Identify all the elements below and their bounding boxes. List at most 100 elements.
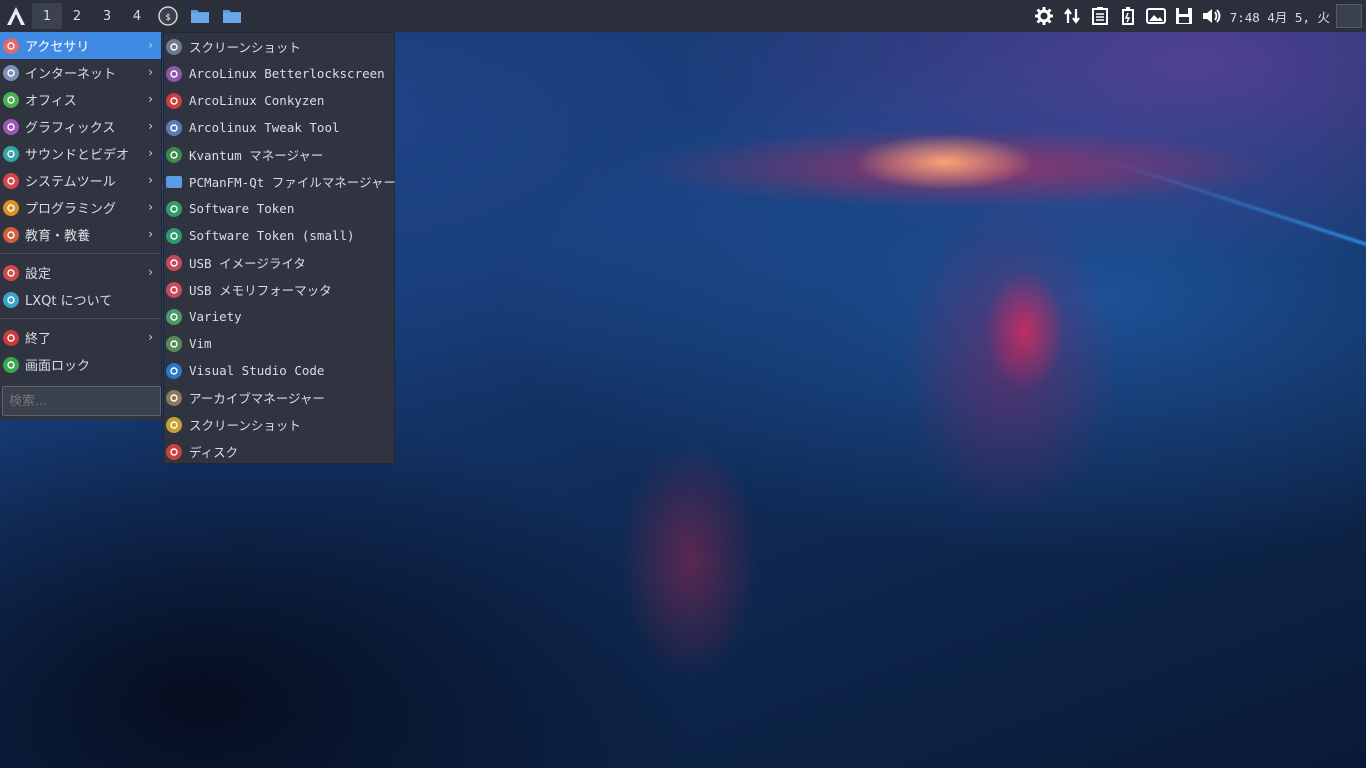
betterlockscreen-icon [166, 65, 182, 82]
submenu-item[interactable]: Software Token (small) [164, 222, 394, 249]
folder-icon [166, 175, 182, 188]
menu-item-education[interactable]: 教育・教養 › [0, 221, 161, 248]
submenu-item[interactable]: ディスク [164, 438, 394, 465]
submenu-item[interactable]: Kvantum マネージャー [164, 141, 394, 168]
submenu-item[interactable]: Visual Studio Code [164, 357, 394, 384]
menu-item-programming[interactable]: プログラミング › [0, 194, 161, 221]
submenu-item-label: Kvantum マネージャー [189, 148, 324, 163]
accessories-icon [3, 37, 19, 54]
menu-item-office[interactable]: オフィス › [0, 86, 161, 113]
workspace-button-3[interactable]: 3 [92, 3, 122, 29]
menu-item-label: インターネット [25, 67, 117, 82]
submenu-item[interactable]: ArcoLinux Betterlockscreen [164, 60, 394, 87]
system-tools-icon [3, 172, 19, 189]
show-desktop-icon[interactable] [1336, 4, 1362, 28]
submenu-item-label: Vim [189, 336, 212, 351]
menu-search-input[interactable] [2, 386, 161, 416]
submenu-item-label: Variety [189, 309, 242, 324]
menu-item-graphics[interactable]: グラフィックス › [0, 113, 161, 140]
top-panel: 1234 $ 7:48 4月 5, 火 [0, 0, 1366, 32]
submenu-item-label: USB イメージライタ [189, 256, 306, 271]
menu-item-label: 画面ロック [25, 359, 91, 374]
submenu-item-label: PCManFM-Qt ファイルマネージャー [189, 175, 396, 190]
menu-item-multimedia[interactable]: サウンドとビデオ › [0, 140, 161, 167]
vim-icon [166, 335, 182, 352]
volume-icon[interactable] [1198, 0, 1226, 32]
submenu-item[interactable]: ArcoLinux Conkyzen [164, 87, 394, 114]
workspace-button-4[interactable]: 4 [122, 3, 152, 29]
system-tray: 7:48 4月 5, 火 [1030, 0, 1366, 32]
menu-item-lock[interactable]: 画面ロック [0, 351, 161, 378]
disks-icon [166, 443, 182, 460]
application-menu: アクセサリ › インターネット › オフィス › グラフィックス › サウンドとビデオ › システム… [0, 32, 162, 420]
submenu-item-label: Software Token (small) [189, 228, 355, 243]
menu-item-label: 教育・教養 [25, 229, 91, 244]
menu-item-label: サウンドとビデオ [25, 148, 130, 163]
chevron-right-icon: › [148, 146, 153, 160]
submenu-item[interactable]: アーカイブマネージャー [164, 384, 394, 411]
menu-item-info[interactable]: LXQt について [0, 286, 161, 313]
power-icon [3, 329, 19, 346]
image-viewer-icon[interactable] [1142, 0, 1170, 32]
usb-formatter-icon [166, 281, 182, 298]
usb-writer-icon [166, 254, 182, 271]
settings-gear-icon[interactable] [1030, 0, 1058, 32]
programming-icon [3, 199, 19, 216]
menu-separator [0, 253, 161, 254]
workspace-button-2[interactable]: 2 [62, 3, 92, 29]
internet-icon [3, 64, 19, 81]
submenu-item[interactable]: Arcolinux Tweak Tool [164, 114, 394, 141]
menu-item-internet[interactable]: インターネット › [0, 59, 161, 86]
clipboard-icon[interactable] [1086, 0, 1114, 32]
menu-item-settings[interactable]: 設定 › [0, 259, 161, 286]
settings-icon [3, 264, 19, 281]
menu-item-power[interactable]: 終了 › [0, 324, 161, 351]
folder-icon[interactable] [184, 0, 216, 32]
save-icon[interactable] [1170, 0, 1198, 32]
workspace-button-1[interactable]: 1 [32, 3, 62, 29]
submenu-item[interactable]: Software Token [164, 195, 394, 222]
menu-item-label: LXQt について [25, 294, 113, 309]
archive-manager-icon [166, 389, 182, 406]
submenu-item-label: スクリーンショット [189, 40, 301, 55]
chevron-right-icon: › [148, 265, 153, 279]
arcolinux-logo-icon[interactable] [0, 0, 32, 32]
clock[interactable]: 7:48 4月 5, 火 [1226, 7, 1336, 26]
menu-item-system-tools[interactable]: システムツール › [0, 167, 161, 194]
wallpaper-light-streak [1106, 158, 1366, 255]
conkyzen-icon [166, 92, 182, 109]
folder-icon[interactable] [216, 0, 248, 32]
software-token-icon [166, 227, 182, 244]
office-icon [3, 91, 19, 108]
menu-item-label: オフィス [25, 94, 77, 109]
chevron-right-icon: › [148, 173, 153, 187]
menu-item-label: システムツール [25, 175, 116, 190]
multimedia-icon [3, 145, 19, 162]
submenu-item[interactable]: Vim [164, 330, 394, 357]
chevron-right-icon: › [148, 92, 153, 106]
network-arrows-icon[interactable] [1058, 0, 1086, 32]
menu-item-label: 設定 [25, 267, 52, 282]
submenu-item-label: アーカイブマネージャー [189, 391, 325, 406]
submenu-item[interactable]: スクリーンショット [164, 33, 394, 60]
submenu-item[interactable]: PCManFM-Qt ファイルマネージャー [164, 168, 396, 195]
submenu-item-label: スクリーンショット [189, 418, 301, 433]
submenu-item[interactable]: USB メモリフォーマッタ [164, 276, 394, 303]
screenshot-icon [166, 416, 182, 433]
submenu-item-label: Arcolinux Tweak Tool [189, 120, 340, 135]
variety-icon [166, 308, 182, 325]
submenu-item[interactable]: スクリーンショット [164, 411, 394, 438]
submenu-item-label: ArcoLinux Conkyzen [189, 93, 325, 108]
info-icon [3, 291, 19, 308]
chevron-right-icon: › [148, 38, 153, 52]
kvantum-icon [166, 146, 182, 163]
screenshot-icon [166, 38, 182, 55]
menu-item-accessories[interactable]: アクセサリ › [0, 32, 161, 59]
battery-icon[interactable] [1114, 0, 1142, 32]
terminal-icon[interactable]: $ [152, 0, 184, 32]
menu-item-label: アクセサリ [25, 40, 90, 55]
submenu-item[interactable]: Variety [164, 303, 394, 330]
submenu-item[interactable]: USB イメージライタ [164, 249, 394, 276]
submenu-item-label: USB メモリフォーマッタ [189, 283, 332, 298]
chevron-right-icon: › [148, 119, 153, 133]
